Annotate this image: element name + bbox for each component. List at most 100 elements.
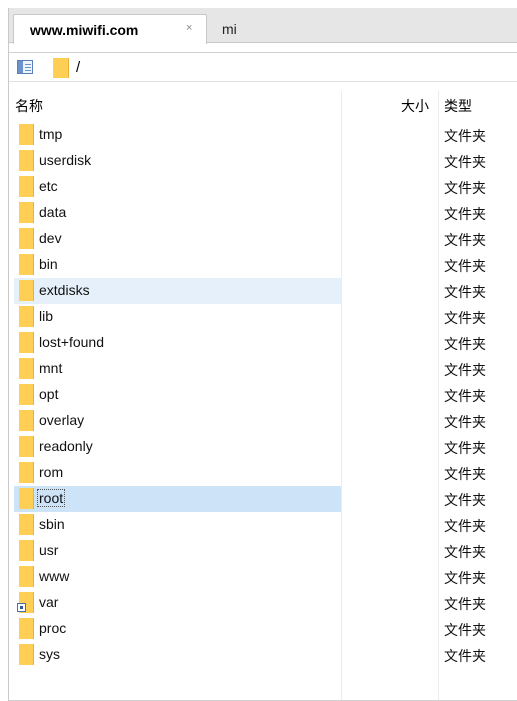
file-list: tmp 文件夹 userdisk 文件夹 etc 文件夹 data 文件夹 dev 文件夹 bin 文… (9, 122, 517, 668)
file-name: proc (39, 620, 67, 636)
folder-icon (19, 306, 34, 327)
file-row[interactable]: opt 文件夹 (9, 382, 517, 408)
file-row[interactable]: mnt 文件夹 (9, 356, 517, 382)
file-name: sbin (39, 516, 65, 532)
folder-icon (19, 410, 34, 431)
file-name: var (39, 594, 59, 610)
file-row[interactable]: www 文件夹 (9, 564, 517, 590)
file-name: bin (39, 256, 58, 272)
folder-icon (19, 332, 34, 353)
folder-icon (19, 566, 34, 587)
row-highlight (14, 538, 341, 564)
file-type: 文件夹 (444, 414, 486, 430)
file-type: 文件夹 (444, 232, 486, 248)
file-type: 文件夹 (444, 284, 486, 300)
file-row[interactable]: readonly 文件夹 (9, 434, 517, 460)
folder-icon (19, 514, 34, 535)
file-row[interactable]: bin 文件夹 (9, 252, 517, 278)
row-highlight (14, 590, 341, 616)
path-bar: / (9, 52, 517, 82)
file-row[interactable]: rom 文件夹 (9, 460, 517, 486)
row-highlight (14, 356, 341, 382)
file-manager-window: www.miwifi.com × mi / 名称 大小 类型 tmp 文件夹 use… (8, 8, 517, 701)
tab-bar: www.miwifi.com × mi (9, 8, 517, 44)
file-type: 文件夹 (444, 466, 486, 482)
folder-icon (19, 124, 34, 145)
row-highlight (14, 642, 341, 668)
tab-label: www.miwifi.com (30, 21, 139, 38)
file-type: 文件夹 (444, 154, 486, 170)
file-row[interactable]: tmp 文件夹 (9, 122, 517, 148)
shortcut-badge-icon (17, 603, 26, 612)
file-name: extdisks (39, 282, 90, 298)
file-name: userdisk (39, 152, 92, 168)
folder-icon (19, 618, 34, 639)
tab-label: mi (222, 21, 237, 37)
file-row[interactable]: usr 文件夹 (9, 538, 517, 564)
folder-icon (19, 384, 34, 405)
file-type: 文件夹 (444, 310, 486, 326)
file-row[interactable]: sbin 文件夹 (9, 512, 517, 538)
file-name: data (39, 204, 67, 220)
column-header: 名称 大小 类型 (9, 91, 517, 117)
row-highlight (14, 252, 341, 278)
row-highlight (14, 304, 341, 330)
file-type: 文件夹 (444, 128, 486, 144)
file-row[interactable]: root 文件夹 (9, 486, 517, 512)
file-type: 文件夹 (444, 362, 486, 378)
row-highlight (14, 174, 341, 200)
row-highlight (14, 122, 341, 148)
file-type: 文件夹 (444, 518, 486, 534)
row-highlight (14, 382, 341, 408)
file-name: root (36, 489, 66, 507)
row-highlight (14, 226, 341, 252)
folder-icon (19, 488, 34, 509)
file-row[interactable]: var 文件夹 (9, 590, 517, 616)
file-name: tmp (39, 126, 63, 142)
toggle-pane-icon[interactable] (17, 60, 33, 74)
file-type: 文件夹 (444, 544, 486, 560)
tab-miwifi[interactable]: www.miwifi.com × (13, 14, 207, 44)
column-type-header[interactable]: 类型 (444, 96, 472, 116)
file-type: 文件夹 (444, 180, 486, 196)
file-name: overlay (39, 412, 85, 428)
file-row[interactable]: dev 文件夹 (9, 226, 517, 252)
file-row[interactable]: etc 文件夹 (9, 174, 517, 200)
folder-icon (19, 176, 34, 197)
folder-icon (19, 462, 34, 483)
file-row[interactable]: userdisk 文件夹 (9, 148, 517, 174)
folder-icon (19, 436, 34, 457)
folder-icon (19, 644, 34, 665)
file-type: 文件夹 (444, 440, 486, 456)
file-name: mnt (39, 360, 63, 376)
file-row[interactable]: extdisks 文件夹 (9, 278, 517, 304)
file-type: 文件夹 (444, 648, 486, 664)
column-size-header[interactable]: 大小 (401, 96, 429, 116)
folder-icon (19, 358, 34, 379)
file-row[interactable]: data 文件夹 (9, 200, 517, 226)
folder-icon (19, 202, 34, 223)
file-type: 文件夹 (444, 622, 486, 638)
file-type: 文件夹 (444, 388, 486, 404)
folder-icon (53, 58, 69, 78)
file-name: rom (39, 464, 64, 480)
file-name: etc (39, 178, 58, 194)
folder-icon (19, 280, 34, 301)
file-name: readonly (39, 438, 93, 454)
file-type: 文件夹 (444, 596, 486, 612)
file-type: 文件夹 (444, 258, 486, 274)
file-row[interactable]: sys 文件夹 (9, 642, 517, 668)
file-row[interactable]: overlay 文件夹 (9, 408, 517, 434)
file-name: usr (39, 542, 59, 558)
current-path[interactable]: / (76, 59, 80, 76)
tab-mi[interactable]: mi (222, 14, 237, 44)
file-name: lib (39, 308, 54, 324)
column-name-header[interactable]: 名称 (15, 96, 43, 116)
close-icon[interactable]: × (186, 22, 192, 34)
file-row[interactable]: lost+found 文件夹 (9, 330, 517, 356)
file-type: 文件夹 (444, 206, 486, 222)
file-row[interactable]: proc 文件夹 (9, 616, 517, 642)
file-name: lost+found (39, 334, 104, 350)
file-row[interactable]: lib 文件夹 (9, 304, 517, 330)
file-type: 文件夹 (444, 570, 486, 586)
